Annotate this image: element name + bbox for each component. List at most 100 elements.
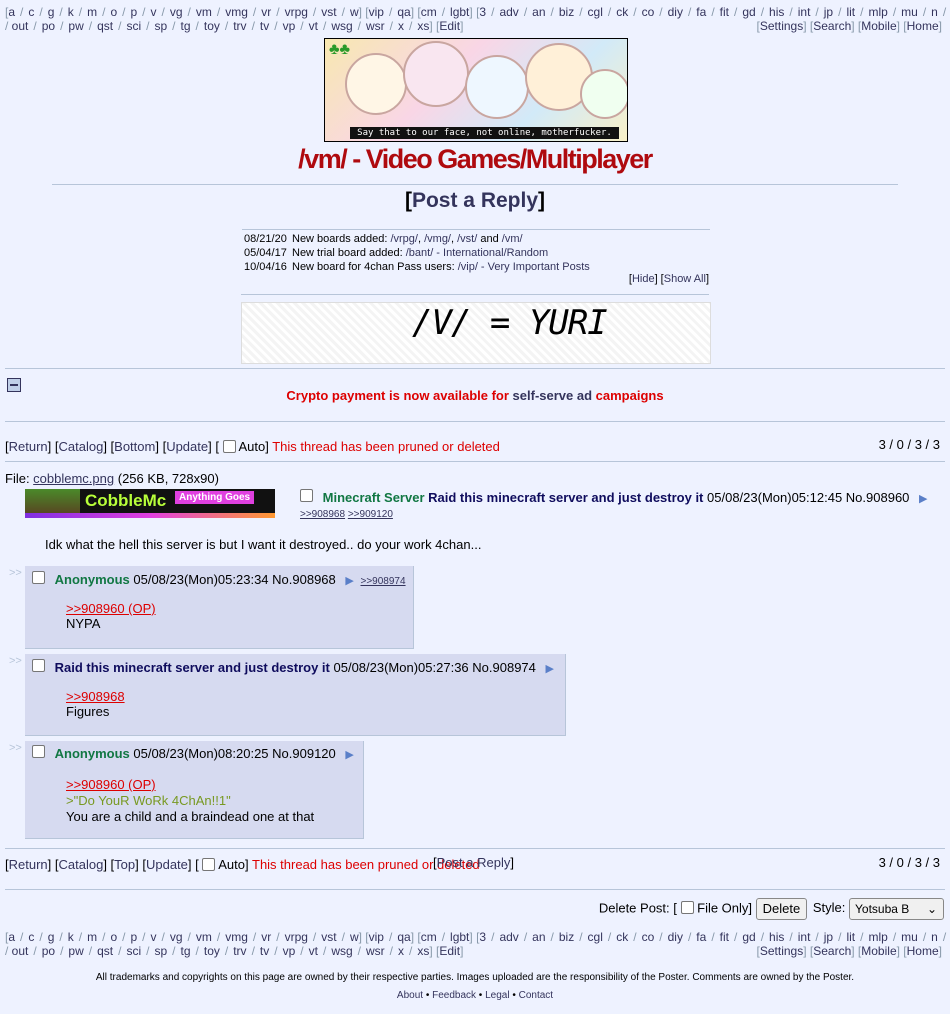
bottom-link[interactable]: Bottom <box>114 439 155 454</box>
home-link[interactable]: Home <box>907 19 939 33</box>
board-link-p[interactable]: p <box>130 930 137 944</box>
search-link[interactable]: Search <box>813 944 851 958</box>
reply-select-checkbox[interactable] <box>32 659 45 672</box>
board-link-ck[interactable]: ck <box>616 930 628 944</box>
op-select-checkbox[interactable] <box>300 489 313 502</box>
board-link-g[interactable]: g <box>48 930 55 944</box>
board-link-jp[interactable]: jp <box>824 5 833 19</box>
board-link-vst[interactable]: vst <box>321 930 336 944</box>
board-link-fit[interactable]: fit <box>720 5 729 19</box>
board-link-mlp[interactable]: mlp <box>868 930 887 944</box>
reply-post-number[interactable]: 908974 <box>493 660 536 675</box>
board-link-vr[interactable]: vr <box>261 5 271 19</box>
news-link[interactable]: /vm/ <box>502 233 523 245</box>
board-link-w[interactable]: w <box>350 5 359 19</box>
reply-no-label[interactable]: No. <box>472 660 492 675</box>
board-link-vm[interactable]: vm <box>196 930 212 944</box>
board-link-mlp[interactable]: mlp <box>868 5 887 19</box>
board-link-m[interactable]: m <box>87 930 97 944</box>
board-link-k[interactable]: k <box>68 930 74 944</box>
contact-link[interactable]: Contact <box>519 990 553 1001</box>
board-link-k[interactable]: k <box>68 5 74 19</box>
board-link-vmg[interactable]: vmg <box>225 5 248 19</box>
reply-no-label[interactable]: No. <box>272 572 292 587</box>
post-menu-arrow-icon[interactable]: ▶ <box>919 493 927 505</box>
board-link-toy[interactable]: toy <box>204 19 220 33</box>
board-link-qa[interactable]: qa <box>397 5 410 19</box>
board-link-int[interactable]: int <box>798 930 811 944</box>
board-link-adv[interactable]: adv <box>499 930 518 944</box>
quote-link[interactable]: >>908960 (OP) <box>66 777 156 792</box>
board-link-biz[interactable]: biz <box>559 930 574 944</box>
board-link-diy[interactable]: diy <box>668 930 683 944</box>
home-link[interactable]: Home <box>907 944 939 958</box>
reply-select-checkbox[interactable] <box>32 571 45 584</box>
op-thumbnail[interactable]: CobbleMc Anything Goes <box>25 489 275 518</box>
board-link-xs[interactable]: xs <box>417 944 429 958</box>
board-link-vt[interactable]: vt <box>309 944 318 958</box>
about-link[interactable]: About <box>397 990 423 1001</box>
news-link[interactable]: /vst/ <box>457 233 477 245</box>
op-post-number[interactable]: 908960 <box>866 490 909 505</box>
settings-link[interactable]: Settings <box>760 19 803 33</box>
mobile-link[interactable]: Mobile <box>861 944 896 958</box>
return-link[interactable]: Return <box>9 439 48 454</box>
board-link-toy[interactable]: toy <box>204 944 220 958</box>
board-link-v[interactable]: v <box>151 5 157 19</box>
board-link-c[interactable]: c <box>28 930 34 944</box>
board-link-out[interactable]: out <box>12 944 29 958</box>
update-link[interactable]: Update <box>166 439 208 454</box>
board-link-qst[interactable]: qst <box>97 944 113 958</box>
board-link-n[interactable]: n <box>931 5 938 19</box>
settings-link[interactable]: Settings <box>760 944 803 958</box>
board-link-trv[interactable]: trv <box>233 944 246 958</box>
board-link-w[interactable]: w <box>350 930 359 944</box>
board-link-fa[interactable]: fa <box>696 5 706 19</box>
op-no-label[interactable]: No. <box>846 490 866 505</box>
auto-update-checkbox[interactable] <box>202 858 216 871</box>
board-link-xs[interactable]: xs <box>417 19 429 33</box>
board-link-c[interactable]: c <box>28 5 34 19</box>
board-link-v[interactable]: v <box>151 930 157 944</box>
self-serve-ad-link[interactable]: self-serve ad <box>513 388 593 403</box>
board-link-wsg[interactable]: wsg <box>331 944 352 958</box>
board-link-co[interactable]: co <box>642 5 655 19</box>
feedback-link[interactable]: Feedback <box>432 990 476 1001</box>
news-link[interactable]: /vrpg/ <box>390 233 418 245</box>
board-link-mu[interactable]: mu <box>901 930 918 944</box>
board-link-lgbt[interactable]: lgbt <box>450 5 469 19</box>
board-link-an[interactable]: an <box>532 5 545 19</box>
board-link-tg[interactable]: tg <box>181 944 191 958</box>
board-link-o[interactable]: o <box>110 5 117 19</box>
board-link-his[interactable]: his <box>769 930 784 944</box>
board-link-tg[interactable]: tg <box>181 19 191 33</box>
board-link-trv[interactable]: trv <box>233 19 246 33</box>
news-link[interactable]: /vip/ - Very Important Posts <box>458 261 590 273</box>
file-only-checkbox[interactable] <box>680 901 694 915</box>
board-link-fit[interactable]: fit <box>720 930 729 944</box>
board-link-ck[interactable]: ck <box>616 5 628 19</box>
backlink[interactable]: >>908968 <box>300 509 345 520</box>
board-link-lit[interactable]: lit <box>846 5 855 19</box>
news-link[interactable]: /vmg/ <box>424 233 451 245</box>
board-banner-secondary[interactable]: /V/ = YURI <box>241 302 711 364</box>
quote-link[interactable]: >>908960 (OP) <box>66 601 156 616</box>
board-link-po[interactable]: po <box>42 19 55 33</box>
delete-button[interactable]: Delete <box>755 898 808 920</box>
board-link-3[interactable]: 3 <box>479 5 486 19</box>
board-link-an[interactable]: an <box>532 930 545 944</box>
board-link-edit[interactable]: Edit <box>439 944 460 958</box>
board-link-po[interactable]: po <box>42 944 55 958</box>
board-link-gd[interactable]: gd <box>742 5 755 19</box>
hide-news-link[interactable]: Hide <box>632 273 655 285</box>
board-banner-image[interactable]: ♣♣ Say that to our face, not online, mot… <box>324 38 628 142</box>
board-link-n[interactable]: n <box>931 930 938 944</box>
reply-post-number[interactable]: 909120 <box>292 746 335 761</box>
news-link[interactable]: /bant/ - International/Random <box>406 247 548 259</box>
style-select[interactable]: Yotsuba B ⌄ <box>849 898 944 920</box>
board-link-m[interactable]: m <box>87 5 97 19</box>
backlink[interactable]: >>909120 <box>348 509 393 520</box>
board-link-wsr[interactable]: wsr <box>366 19 385 33</box>
backlink[interactable]: >>908974 <box>361 576 406 587</box>
post-reply-link[interactable]: Post a Reply <box>437 855 511 870</box>
